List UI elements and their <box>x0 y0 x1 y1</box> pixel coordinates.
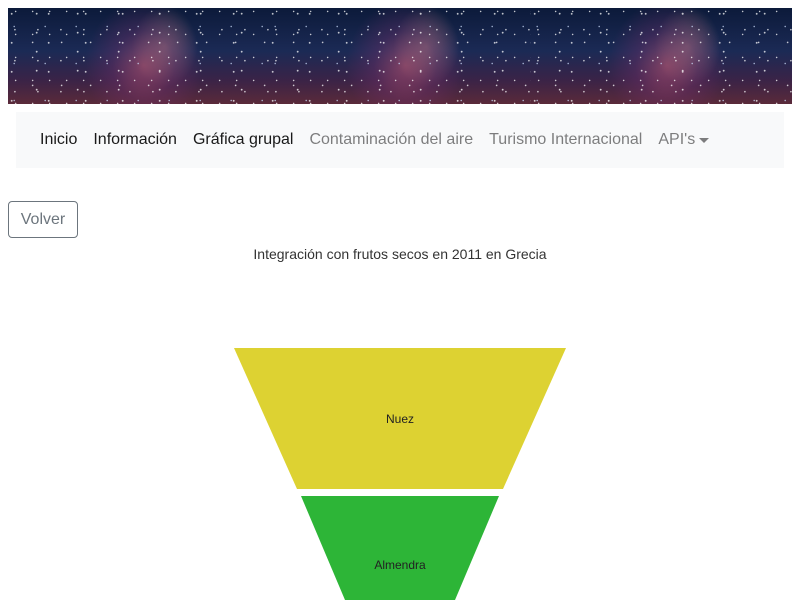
page: Inicio Información Gráfica grupal Contam… <box>0 0 800 600</box>
funnel-segment-almendra[interactable] <box>301 496 499 600</box>
funnel-label-nuez: Nuez <box>386 412 414 426</box>
funnel-chart: Nuez Almendra <box>234 348 566 600</box>
funnel-label-almendra: Almendra <box>374 558 426 572</box>
